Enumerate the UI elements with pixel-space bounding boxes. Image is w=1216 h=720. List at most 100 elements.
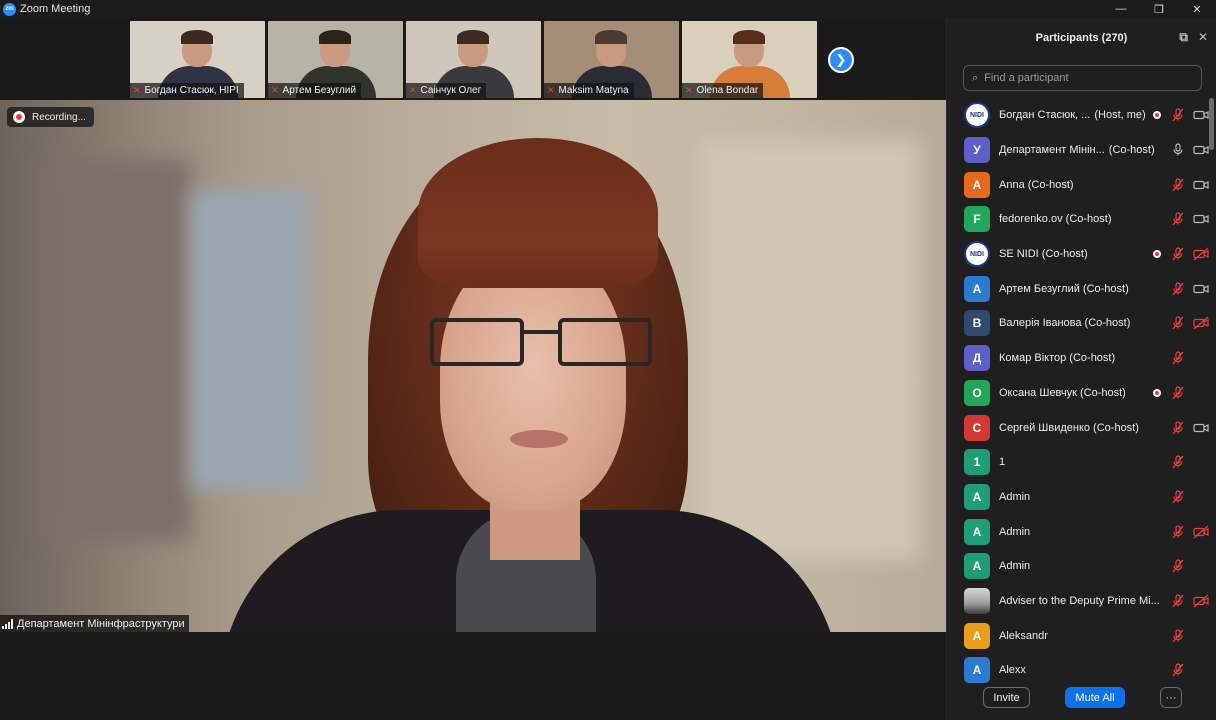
participant-name: Anna (Co-host): [999, 178, 1074, 191]
participant-row[interactable]: A Admin: [947, 480, 1209, 515]
mic-muted-icon[interactable]: [1171, 490, 1185, 504]
mic-muted-icon[interactable]: [1171, 247, 1185, 261]
participant-row[interactable]: A Admin: [947, 514, 1209, 549]
minimize-button[interactable]: —: [1102, 0, 1140, 18]
avatar-initial: В: [972, 316, 982, 331]
participants-title: Participants (270): [1035, 32, 1128, 44]
avatar-initial: А: [972, 281, 982, 296]
chevron-right-icon: ❯: [835, 52, 847, 67]
camera-icon: [1193, 212, 1209, 226]
mic-muted-icon[interactable]: [1171, 282, 1185, 296]
mic-muted-icon[interactable]: [1171, 386, 1185, 400]
participant-row[interactable]: NIDI SE NIDI (Co-host): [947, 237, 1209, 272]
tile-name: Maksim Matyna: [558, 85, 629, 96]
mic-muted-icon[interactable]: [1171, 351, 1185, 365]
participant-row[interactable]: A Admin: [947, 549, 1209, 584]
speaker-bangs: [418, 138, 658, 288]
participant-status-icons: [1171, 480, 1209, 515]
participant-status-icons: [1171, 202, 1209, 237]
tile-name: Богдан Стасюк, НІРІ: [144, 85, 239, 96]
mic-muted-icon[interactable]: [1171, 212, 1185, 226]
speaker-face: [440, 250, 626, 510]
popout-icon[interactable]: ⧉: [1179, 30, 1188, 45]
window-controls: — ❐ ✕: [1102, 0, 1216, 18]
participant-list-scrollbar[interactable]: [1209, 98, 1214, 150]
camera-placeholder: [1193, 351, 1209, 365]
mic-icon[interactable]: [1171, 143, 1185, 157]
avatar-initial: С: [972, 420, 982, 435]
more-options-button[interactable]: ···: [1160, 687, 1182, 708]
participant-video-tile[interactable]: ✕ Olena Bondar: [682, 21, 817, 98]
participant-row[interactable]: О Оксана Шевчук (Co-host): [947, 376, 1209, 411]
avatar-initial: О: [972, 385, 982, 400]
mic-muted-icon: ✕: [547, 85, 555, 95]
participant-row[interactable]: У Департамент Мінін... (Co-host): [947, 133, 1209, 168]
mute-all-button[interactable]: Mute All: [1065, 687, 1125, 708]
avatar: С: [964, 414, 990, 441]
recording-indicator[interactable]: Recording...: [7, 107, 94, 127]
participant-row[interactable]: A Aleksandr: [947, 618, 1209, 653]
avatar-initial: Д: [972, 351, 982, 366]
tile-name-label: ✕ Саінчук Олег: [406, 83, 487, 98]
mic-muted-icon[interactable]: [1171, 629, 1185, 643]
participant-row[interactable]: А Артем Безуглий (Co-host): [947, 271, 1209, 306]
participant-row[interactable]: NIDI Богдан Стасюк, ... (Host, me): [947, 98, 1209, 133]
camera-icon: [1193, 282, 1209, 296]
invite-button[interactable]: Invite: [983, 687, 1030, 708]
participant-row[interactable]: С Сергей Швиденко (Co-host): [947, 410, 1209, 445]
participant-row[interactable]: Ffedorenko.ov (Co-host): [947, 202, 1209, 237]
avatar-text: NIDI: [970, 111, 984, 119]
participant-video-tile[interactable]: ✕ Саінчук Олег: [406, 21, 541, 98]
close-panel-icon[interactable]: ✕: [1198, 30, 1208, 45]
avatar: NIDI: [964, 241, 990, 268]
mic-muted-icon[interactable]: [1171, 455, 1185, 469]
avatar-text: NIDI: [970, 250, 984, 258]
participant-status-icons: [1171, 618, 1209, 653]
participant-name: Admin: [999, 490, 1031, 503]
participant-name: Admin: [999, 560, 1031, 573]
camera-off-icon: [1193, 316, 1209, 330]
speaker-name: Департамент Мінінфраструктури: [17, 617, 185, 630]
maximize-button[interactable]: ❐: [1140, 0, 1178, 18]
background-wall-right: [700, 140, 920, 560]
window-title: Zoom Meeting: [20, 3, 91, 15]
avatar-initial: A: [972, 663, 982, 678]
avatar-initial: A: [972, 177, 982, 192]
close-window-button[interactable]: ✕: [1178, 0, 1216, 18]
mic-muted-icon[interactable]: [1171, 108, 1185, 122]
avatar: В: [964, 310, 990, 337]
mic-muted-icon[interactable]: [1171, 178, 1185, 192]
participants-panel: Participants (270) ⧉ ✕ ⌕ Find a particip…: [946, 18, 1216, 720]
background-shelf-mid: [190, 190, 310, 490]
active-speaker-video[interactable]: Recording... Департамент Мінінфраструкту…: [0, 100, 946, 632]
participant-status-icons: [1171, 410, 1209, 445]
participant-video-tile[interactable]: ✕ Maksim Matyna: [544, 21, 679, 98]
participant-row[interactable]: 11: [947, 445, 1209, 480]
participant-name: 1: [999, 456, 1006, 469]
participant-row[interactable]: Д Комар Віктор (Co-host): [947, 341, 1209, 376]
mic-muted-icon[interactable]: [1171, 559, 1185, 573]
avatar-initial: A: [972, 524, 982, 539]
participant-name: fedorenko.ov (Co-host): [999, 213, 1112, 226]
mic-muted-icon[interactable]: [1171, 316, 1185, 330]
camera-icon: [1193, 178, 1209, 192]
participant-video-tile[interactable]: ✕ Артем Безуглий: [268, 21, 403, 98]
tile-name: Olena Bondar: [696, 85, 759, 96]
participant-list: NIDI Богдан Стасюк, ... (Host, me) У Департа…: [947, 98, 1209, 688]
participant-video-tile[interactable]: ✕ Богдан Стасюк, НІРІ: [130, 21, 265, 98]
mic-muted-icon[interactable]: [1171, 420, 1185, 435]
participant-row[interactable]: В Валерія Іванова (Co-host): [947, 306, 1209, 341]
next-page-button[interactable]: ❯: [828, 47, 854, 73]
camera-off-icon: [1193, 525, 1209, 539]
mic-muted-icon[interactable]: [1171, 524, 1185, 539]
participant-row[interactable]: Adviser to the Deputy Prime Mi...: [947, 584, 1209, 619]
mic-muted-icon[interactable]: [1171, 594, 1185, 608]
camera-icon: [1193, 143, 1209, 157]
camera-off-icon: [1193, 594, 1209, 608]
participant-search-input[interactable]: ⌕ Find a participant: [963, 65, 1202, 91]
avatar: Д: [964, 345, 990, 372]
avatar-initial: A: [972, 628, 982, 643]
participant-role: (Co-host): [1108, 144, 1155, 157]
participant-row[interactable]: A Anna (Co-host): [947, 167, 1209, 202]
mic-muted-icon[interactable]: [1171, 663, 1185, 677]
